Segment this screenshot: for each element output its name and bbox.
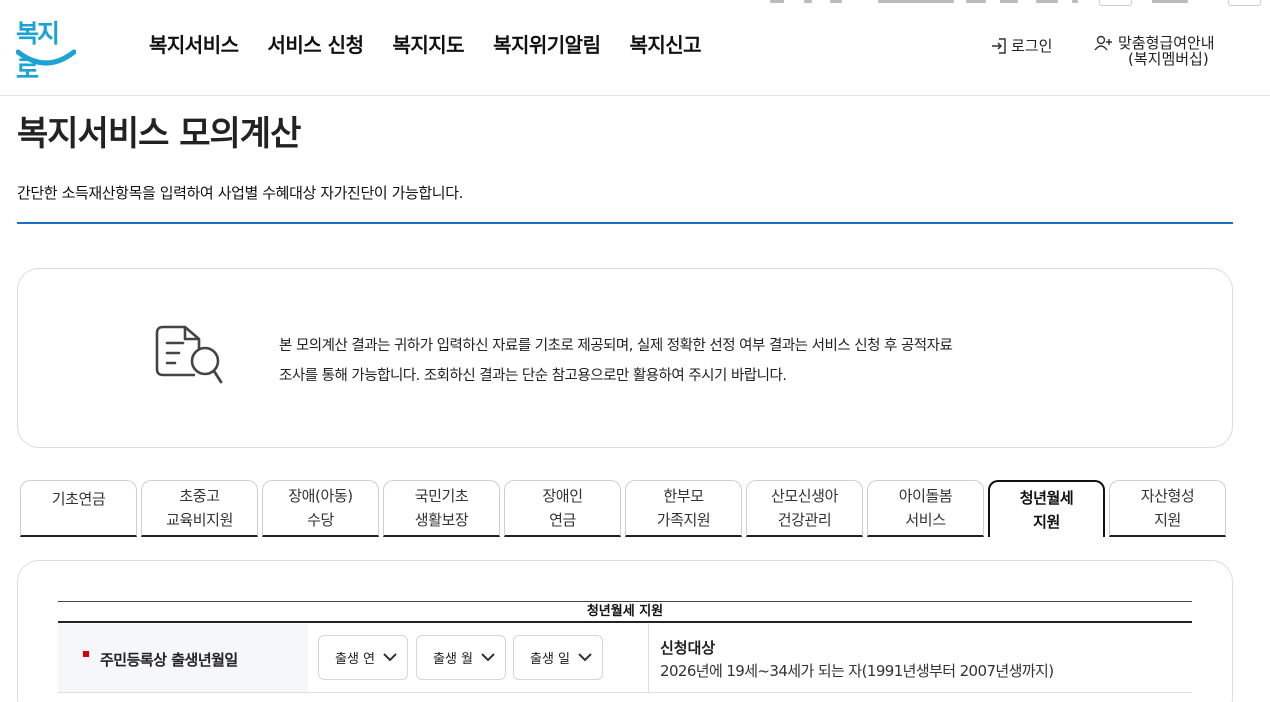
membership-label-2: (복지멤버십) (1128, 50, 1209, 68)
form-table-title: 청년월세 지원 (58, 601, 1192, 623)
tab-label: 기초연금 (51, 490, 106, 508)
nav-item-crisis-alert[interactable]: 복지위기알림 (493, 29, 601, 58)
required-marker (83, 651, 89, 657)
notice-box: 본 모의계산 결과는 귀하가 입력하신 자료를 기초로 제공되며, 실제 정확한… (17, 268, 1233, 448)
tab-label: 장애(아동) (288, 487, 353, 505)
membership-link[interactable]: 맞춤형급여안내 (복지멤버십) (1094, 35, 1234, 67)
tab-label: 초중고 (179, 487, 220, 505)
logo-smile-icon (16, 49, 76, 66)
tab-label: 국민기초 (414, 487, 469, 505)
tab-youth-rent-support[interactable]: 청년월세지원 (988, 480, 1105, 537)
nav-item-welfare-services[interactable]: 복지서비스 (149, 29, 239, 58)
birthdate-row: 주민등록상 출생년월일 출생 연 출생 월 출생 일 신청대상 2026년에 1… (58, 624, 1192, 693)
eligibility-title: 신청대상 (660, 639, 716, 657)
birth-day-value: 출생 일 (530, 652, 571, 667)
birth-year-value: 출생 연 (335, 652, 376, 667)
nav-item-welfare-report[interactable]: 복지신고 (629, 29, 701, 58)
tab-label: 연금 (549, 511, 576, 529)
birth-year-select[interactable]: 출생 연 (318, 635, 408, 680)
benefit-tabs: 기초연금 초중고교육비지원 장애(아동) 수당 국민기초생활보장 장애인연금 한부… (20, 480, 1230, 537)
tab-maternal-newborn[interactable]: 산모신생아건강관리 (746, 480, 863, 537)
birthdate-header: 주민등록상 출생년월일 (58, 624, 308, 692)
tab-basic-livelihood[interactable]: 국민기초생활보장 (383, 480, 500, 537)
tab-education-support[interactable]: 초중고교육비지원 (141, 480, 258, 537)
tab-label: 청년월세 (1019, 488, 1074, 507)
login-icon (992, 37, 1006, 54)
tab-childcare-service[interactable]: 아이돌봄서비스 (867, 480, 984, 537)
tab-label: 산모신생아 (770, 487, 838, 505)
page-description: 간단한 소득재산항목을 입력하여 사업별 수혜대상 자가진단이 가능합니다. (17, 184, 463, 202)
add-user-icon (1094, 35, 1112, 51)
tab-single-parent[interactable]: 한부모가족지원 (625, 480, 742, 537)
login-label: 로그인 (1011, 37, 1053, 55)
birth-day-select[interactable]: 출생 일 (513, 635, 603, 680)
tab-label: 지원 (1154, 511, 1181, 529)
tab-label: 건강관리 (777, 511, 832, 529)
chevron-down-icon (578, 653, 592, 662)
notice-line-2: 조사를 통해 가능합니다. 조회하신 결과는 단순 참고용으로만 활용하여 주시… (279, 368, 787, 384)
nav-item-service-apply[interactable]: 서비스 신청 (268, 29, 364, 58)
nav-item-welfare-map[interactable]: 복지지도 (392, 29, 464, 58)
bokjiro-logo[interactable]: 복지로 (16, 14, 78, 84)
site-header: 복지로 복지서비스 서비스 신청 복지지도 복지위기알림 복지신고 로그인 맞춤… (0, 0, 1270, 96)
eligibility-text: 2026년에 19세~34세가 되는 자(1991년생부터 2007년생까지) (660, 662, 1054, 680)
main-nav: 복지서비스 서비스 신청 복지지도 복지위기알림 복지신고 (149, 29, 730, 58)
membership-label-1: 맞춤형급여안내 (1118, 34, 1215, 52)
tab-label: 아이돌봄 (898, 487, 953, 505)
chevron-down-icon (383, 653, 397, 662)
page-title: 복지서비스 모의계산 (17, 114, 301, 154)
tab-basic-pension[interactable]: 기초연금 (20, 480, 137, 537)
title-divider (17, 222, 1233, 224)
tab-label: 서비스 (905, 511, 946, 529)
tab-label: 장애인 (542, 487, 583, 505)
birth-month-select[interactable]: 출생 월 (416, 635, 506, 680)
tab-label: 가족지원 (656, 511, 711, 529)
tab-label: 지원 (1033, 512, 1060, 531)
tab-disability-pension[interactable]: 장애인연금 (504, 480, 621, 537)
tab-label: 한부모 (663, 487, 704, 505)
notice-line-1: 본 모의계산 결과는 귀하가 입력하신 자료를 기초로 제공되며, 실제 정확한… (279, 338, 953, 354)
document-search-icon (155, 325, 223, 384)
birth-month-value: 출생 월 (433, 652, 474, 667)
column-divider (648, 624, 649, 692)
tab-label: 교육비지원 (165, 511, 233, 529)
tab-label: 생활보장 (414, 511, 469, 529)
tab-disabled-child-allowance[interactable]: 장애(아동) 수당 (262, 480, 379, 537)
birthdate-label: 주민등록상 출생년월일 (100, 651, 238, 669)
tab-asset-building[interactable]: 자산형성지원 (1109, 480, 1226, 537)
tab-label: 수당 (307, 511, 334, 529)
notice-text: 본 모의계산 결과는 귀하가 입력하신 자료를 기초로 제공되며, 실제 정확한… (279, 331, 1039, 391)
login-link[interactable]: 로그인 (990, 35, 1052, 56)
chevron-down-icon (481, 653, 495, 662)
tab-label: 자산형성 (1140, 487, 1195, 505)
